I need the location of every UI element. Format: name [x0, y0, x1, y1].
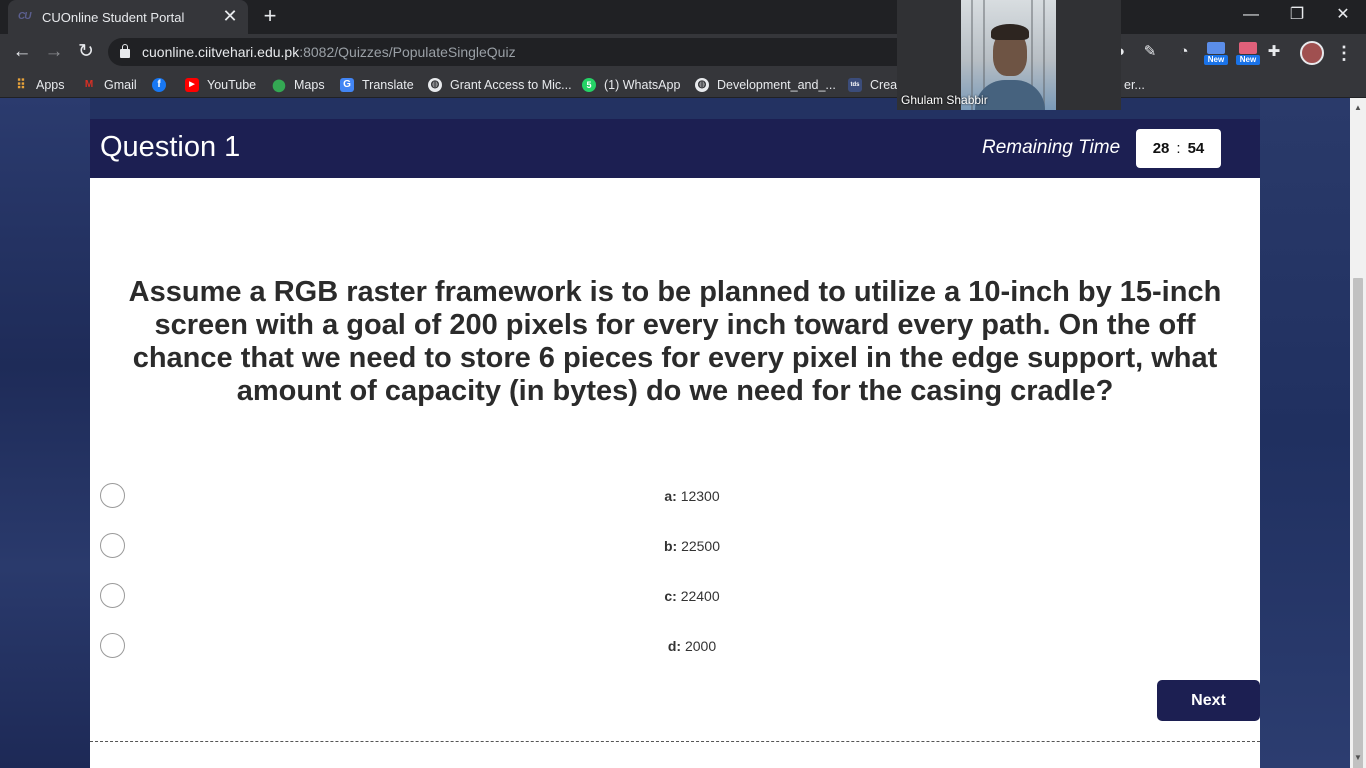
- option-b-text: b: 22500: [100, 538, 1284, 554]
- maps-pin-icon: ⬤: [272, 78, 286, 92]
- quiz-body: Assume a RGB raster framework is to be p…: [90, 178, 1260, 768]
- timer-seconds: 54: [1187, 140, 1205, 157]
- option-a-text: a: 12300: [100, 488, 1284, 504]
- option-a-key: a:: [664, 488, 677, 504]
- bookmark-whatsapp[interactable]: 5 (1) WhatsApp: [582, 76, 680, 94]
- bookmark-label: Translate: [362, 78, 414, 92]
- speed-dial-icon[interactable]: ◔: [1174, 42, 1194, 62]
- bookmark-label: YouTube: [207, 78, 257, 92]
- bookmark-gmail[interactable]: M Gmail: [82, 76, 137, 94]
- bookmark-translate[interactable]: G Translate: [340, 76, 414, 94]
- timer-minutes: 28: [1152, 140, 1170, 157]
- browser-menu-icon[interactable]: ⋮: [1334, 42, 1354, 64]
- new-tab-button[interactable]: +: [258, 5, 282, 29]
- option-a-value: 12300: [680, 488, 720, 504]
- page-scrollbar[interactable]: ▲ ▼: [1350, 98, 1366, 768]
- youtube-icon: ▶: [185, 78, 199, 92]
- new-badge-2: New: [1236, 55, 1260, 65]
- new-badge-1: New: [1204, 55, 1228, 65]
- option-d-key: d:: [667, 638, 682, 654]
- tab-title: CUOnline Student Portal: [42, 9, 185, 25]
- participant-name: Ghulam Shabbir: [901, 93, 988, 107]
- gmail-icon: M: [84, 79, 94, 90]
- url-path: :8082/Quizzes/PopulateSingleQuiz: [299, 44, 516, 60]
- restore-button[interactable]: ❐: [1274, 0, 1320, 32]
- globe-icon: ◍: [428, 78, 442, 92]
- whatsapp-icon: 5: [582, 78, 596, 92]
- bookmark-youtube[interactable]: ▶ YouTube: [185, 76, 256, 94]
- bookmarks-bar: ⠿ Apps M Gmail f ▶ YouTube ⬤ Maps G Tran…: [0, 70, 1366, 98]
- profile-avatar[interactable]: [1300, 41, 1324, 65]
- page-viewport: Question 1 Remaining Time 28 : 54 Assume…: [0, 98, 1350, 768]
- new-extension-1-glyph: [1207, 42, 1225, 54]
- option-d-text: d: 2000: [100, 638, 1284, 654]
- option-b-key: b:: [663, 538, 678, 554]
- question-title: Question 1: [100, 131, 241, 163]
- participant-hair: [991, 24, 1029, 40]
- timer-separator: :: [1176, 140, 1181, 157]
- option-c-text: c: 22400: [100, 588, 1284, 604]
- option-d[interactable]: d: 2000: [100, 633, 1250, 659]
- bookmark-crea[interactable]: tds Crea: [848, 76, 897, 94]
- scroll-up-icon[interactable]: ▲: [1350, 100, 1366, 116]
- bookmark-label: Apps: [36, 78, 65, 92]
- window-close-button[interactable]: ✕: [1320, 0, 1366, 32]
- option-a[interactable]: a: 12300: [100, 483, 1250, 509]
- option-b-value: 22500: [681, 538, 721, 554]
- bookmark-label: Maps: [294, 78, 325, 92]
- bookmark-facebook[interactable]: f: [152, 76, 174, 94]
- option-d-value: 2000: [684, 638, 717, 654]
- background-bar: [1043, 0, 1045, 110]
- bookmark-grant-access[interactable]: ◍ Grant Access to Mic...: [428, 76, 572, 94]
- bookmark-label: Development_and_...: [717, 78, 836, 92]
- back-button[interactable]: ←: [8, 38, 36, 66]
- bookmark-apps[interactable]: ⠿ Apps: [14, 76, 65, 94]
- bookmark-maps[interactable]: ⬤ Maps: [272, 76, 325, 94]
- bookmark-label: Crea: [870, 78, 898, 92]
- bookmark-label: er...: [1124, 78, 1145, 92]
- option-c[interactable]: c: 22400: [100, 583, 1250, 609]
- cu-favicon-icon: CU: [18, 11, 31, 22]
- question-text: Assume a RGB raster framework is to be p…: [128, 276, 1222, 407]
- translate-icon: G: [340, 78, 354, 92]
- bookmark-truncated[interactable]: er...: [1124, 76, 1145, 94]
- bookmark-label: (1) WhatsApp: [604, 78, 681, 92]
- next-button[interactable]: Next: [1157, 680, 1260, 721]
- bookmark-label: Grant Access to Mic...: [450, 78, 572, 92]
- new-extension-1-icon[interactable]: New: [1204, 42, 1228, 65]
- option-b[interactable]: b: 22500: [100, 533, 1250, 559]
- quiz-header: Question 1 Remaining Time 28 : 54: [90, 119, 1260, 178]
- tab-cuonline[interactable]: CU CUOnline Student Portal ✕: [8, 0, 248, 34]
- video-call-overlay[interactable]: Ghulam Shabbir: [897, 0, 1121, 110]
- tds-icon: tds: [848, 78, 862, 92]
- bookmark-label: Gmail: [104, 78, 137, 92]
- scroll-down-icon[interactable]: ▼: [1350, 750, 1366, 766]
- tab-close-icon[interactable]: ✕: [222, 7, 238, 25]
- option-c-value: 22400: [680, 588, 720, 604]
- reload-button[interactable]: ↻: [72, 38, 100, 66]
- url-host: cuonline.ciitvehari.edu.pk: [142, 44, 300, 60]
- new-extension-2-glyph: [1239, 42, 1257, 54]
- apps-grid-icon: ⠿: [16, 77, 26, 92]
- scroll-thumb[interactable]: [1353, 278, 1363, 768]
- bookmark-development[interactable]: ◍ Development_and_...: [695, 76, 836, 94]
- pen-extension-icon[interactable]: ✎: [1140, 42, 1160, 62]
- countdown-timer: 28 : 54: [1136, 129, 1221, 168]
- facebook-icon: f: [152, 78, 166, 92]
- globe-icon: ◍: [695, 78, 709, 92]
- minimize-button[interactable]: —: [1228, 0, 1274, 32]
- new-extension-2-icon[interactable]: New: [1236, 42, 1260, 65]
- dashed-divider: [90, 741, 1260, 742]
- lock-icon: [120, 44, 130, 58]
- remaining-time-label: Remaining Time: [982, 137, 1121, 158]
- option-c-key: c:: [664, 588, 677, 604]
- forward-button[interactable]: →: [40, 38, 68, 66]
- browser-toolbar: ← → ↻ cuonline.ciitvehari.edu.pk:8082/Qu…: [0, 34, 1366, 70]
- tab-strip: CU CUOnline Student Portal ✕ + — ❐ ✕: [0, 0, 1366, 34]
- extensions-puzzle-icon[interactable]: ✚: [1264, 42, 1284, 62]
